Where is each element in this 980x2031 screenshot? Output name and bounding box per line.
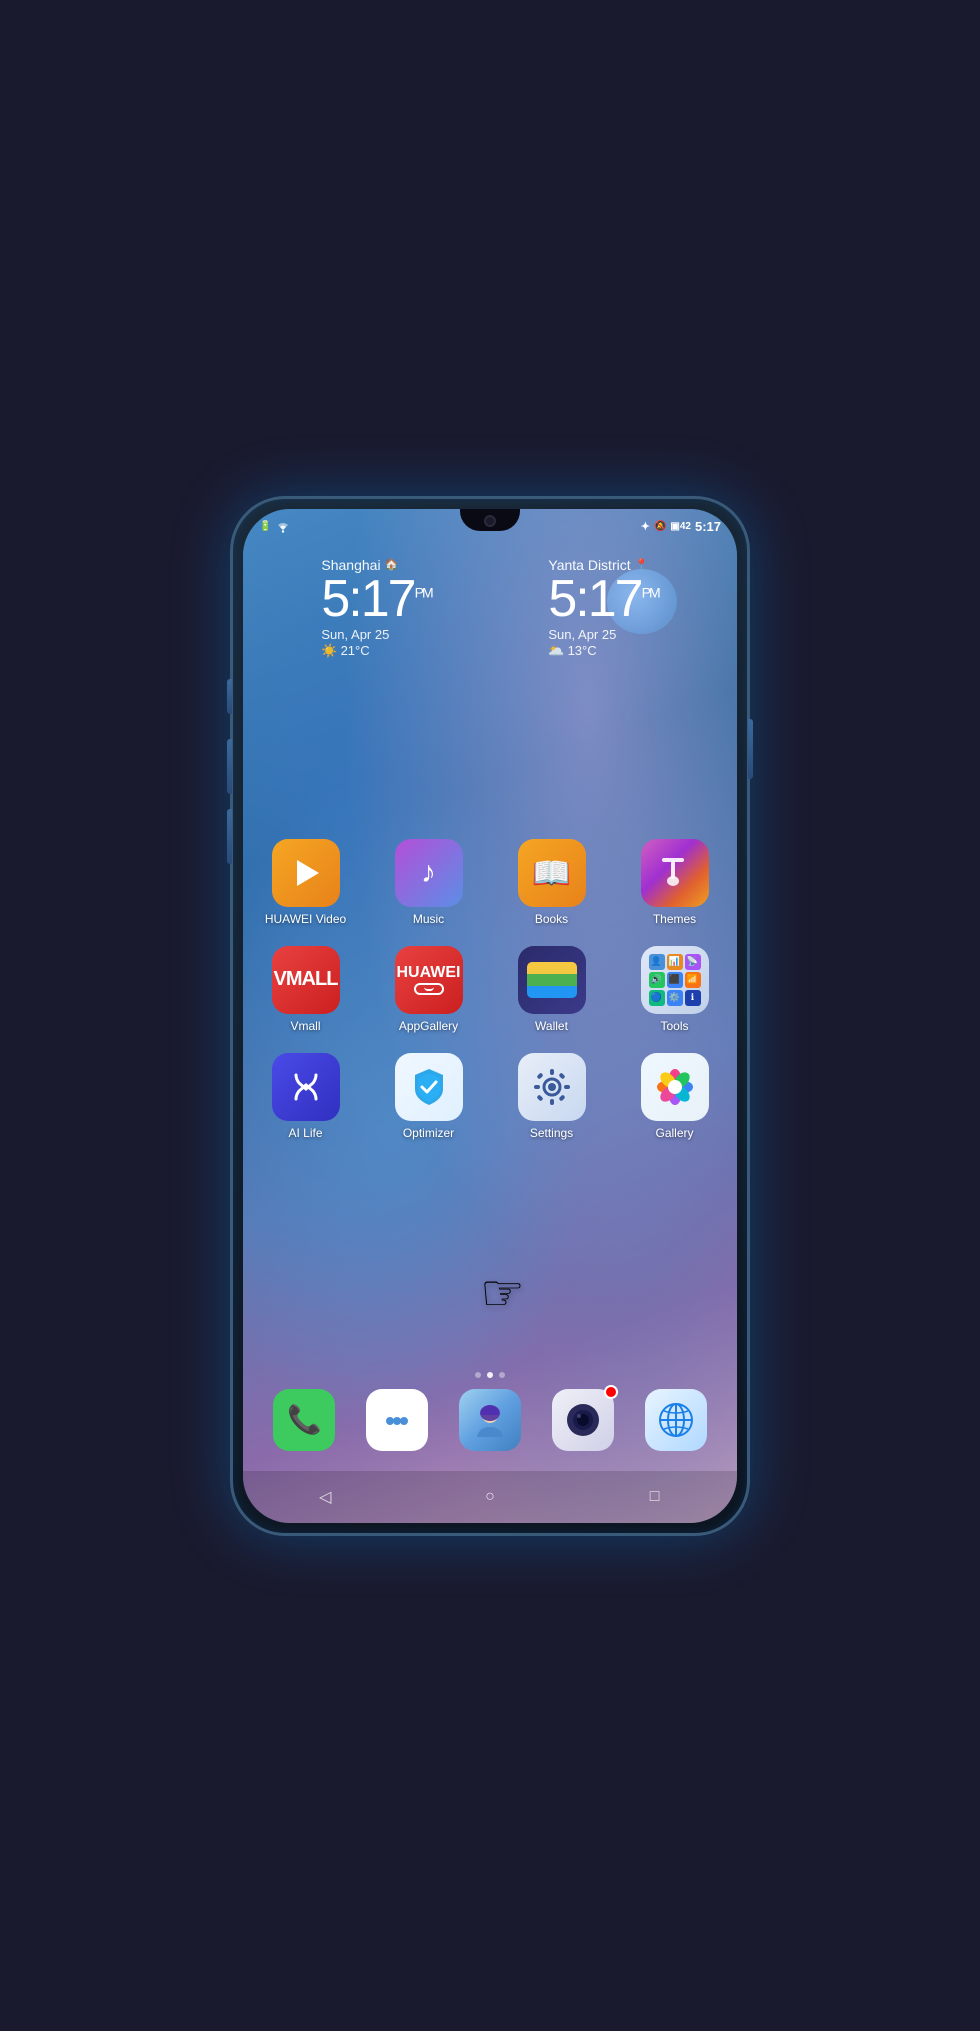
themes-brush-icon [656, 854, 694, 892]
optimizer-label: Optimizer [403, 1126, 454, 1140]
nav-bar: ◁ ○ □ [243, 1471, 737, 1523]
books-label: Books [535, 912, 568, 926]
support-icon [459, 1389, 521, 1451]
phone-screen: 🔋 ✦ 🔕 ▣42 5:17 Shanghai 🏠 [243, 509, 737, 1523]
status-left-icons: 🔋 [259, 521, 291, 533]
browser-icon [645, 1389, 707, 1451]
dock-camera[interactable] [552, 1389, 614, 1451]
gallery-label: Gallery [655, 1126, 693, 1140]
sim-tray [227, 679, 232, 714]
nav-home[interactable]: ○ [475, 1482, 505, 1512]
themes-label: Themes [653, 912, 696, 926]
status-right-icons: ✦ 🔕 ▣42 5:17 [641, 519, 721, 534]
app-row-1: HUAWEI Video ♪ Music 📖 Books [263, 839, 717, 926]
app-gallery[interactable]: Gallery [632, 1053, 717, 1140]
tools-icon: 👤 📊 📡 🔊 ⬛ 📶 🔵 ⚙️ ℹ [641, 946, 709, 1014]
nav-recent[interactable]: □ [640, 1482, 670, 1512]
app-themes[interactable]: Themes [632, 839, 717, 926]
wallet-label: Wallet [535, 1019, 568, 1033]
settings-gear [530, 1065, 574, 1109]
status-bar: 🔋 ✦ 🔕 ▣42 5:17 [243, 513, 737, 541]
gallery-icon [641, 1053, 709, 1121]
app-dock: 📞 [258, 1375, 722, 1465]
ailife-icon [272, 1053, 340, 1121]
mute-icon: 🔕 [654, 521, 666, 532]
tools-label: Tools [660, 1019, 688, 1033]
browser-globe [655, 1399, 697, 1441]
home-icon: 🏠 [385, 558, 399, 571]
settings-label: Settings [530, 1126, 573, 1140]
optimizer-icon [395, 1053, 463, 1121]
phone-icon: 📞 [273, 1389, 335, 1451]
ailife-label: AI Life [288, 1126, 322, 1140]
app-settings[interactable]: Settings [509, 1053, 594, 1140]
app-row-3: AI Life Optimizer [263, 1053, 717, 1140]
app-vmall[interactable]: VMALL Vmall [263, 946, 348, 1033]
vmall-label: Vmall [290, 1019, 320, 1033]
app-tools[interactable]: 👤 📊 📡 🔊 ⬛ 📶 🔵 ⚙️ ℹ Tools [632, 946, 717, 1033]
volume-up-button[interactable] [227, 739, 232, 794]
time-display: 5:17 [695, 519, 721, 534]
sim-icon: 🔋 [259, 521, 271, 532]
dock-support[interactable] [459, 1389, 521, 1451]
power-button[interactable] [748, 719, 753, 779]
messages-icon [366, 1389, 428, 1451]
dock-phone[interactable]: 📞 [273, 1389, 335, 1451]
city-left: Shanghai 🏠 [321, 557, 431, 573]
app-music[interactable]: ♪ Music [386, 839, 471, 926]
books-icon: 📖 [518, 839, 586, 907]
messages-bubble-icon [378, 1401, 416, 1439]
app-optimizer[interactable]: Optimizer [386, 1053, 471, 1140]
weather-left: ☀️ 21°C [321, 643, 431, 659]
weather-icon-right: 🌥️ [548, 643, 564, 659]
clock-left: Shanghai 🏠 5:17PM Sun, Apr 25 ☀️ 21°C [321, 557, 431, 659]
vmall-icon: VMALL [272, 946, 340, 1014]
app-grid: HUAWEI Video ♪ Music 📖 Books [243, 839, 737, 1160]
settings-icon [518, 1053, 586, 1121]
time-left: 5:17PM [321, 573, 431, 625]
camera-badge [604, 1385, 618, 1399]
weather-right: 🌥️ 13°C [548, 643, 658, 659]
app-huawei-video[interactable]: HUAWEI Video [263, 839, 348, 926]
gallery-flower [653, 1065, 697, 1109]
app-row-2: VMALL Vmall HUAWEI AppGallery [263, 946, 717, 1033]
city-right: Yanta District 📍 [548, 557, 658, 573]
app-books[interactable]: 📖 Books [509, 839, 594, 926]
support-avatar [469, 1399, 511, 1441]
clock-section: Shanghai 🏠 5:17PM Sun, Apr 25 ☀️ 21°C Ya… [243, 557, 737, 659]
appgallery-label: AppGallery [399, 1019, 458, 1033]
music-icon: ♪ [395, 839, 463, 907]
bluetooth-icon: ✦ [641, 520, 650, 533]
ailife-symbol [286, 1067, 326, 1107]
date-left: Sun, Apr 25 [321, 627, 431, 642]
battery-icon: ▣42 [670, 521, 691, 532]
date-right: Sun, Apr 25 [548, 627, 658, 642]
app-wallet[interactable]: Wallet [509, 946, 594, 1033]
music-label: Music [413, 912, 444, 926]
optimizer-shield [407, 1065, 451, 1109]
themes-icon [641, 839, 709, 907]
phone-frame: 🔋 ✦ 🔕 ▣42 5:17 Shanghai 🏠 [230, 496, 750, 1536]
camera-icon [552, 1389, 614, 1451]
location-icon: 📍 [635, 558, 649, 571]
dock-browser[interactable] [645, 1389, 707, 1451]
time-right: 5:17PM [548, 573, 658, 625]
huawei-video-icon [272, 839, 340, 907]
cursor-hand: ☞ [480, 1268, 530, 1328]
nav-back[interactable]: ◁ [310, 1482, 340, 1512]
dock-messages[interactable] [366, 1389, 428, 1451]
appgallery-icon: HUAWEI [395, 946, 463, 1014]
wallet-icon [518, 946, 586, 1014]
volume-down-button[interactable] [227, 809, 232, 864]
huawei-video-label: HUAWEI Video [265, 912, 346, 926]
app-ailife[interactable]: AI Life [263, 1053, 348, 1140]
wifi-icon [275, 521, 291, 533]
camera-symbol [562, 1399, 604, 1441]
app-appgallery[interactable]: HUAWEI AppGallery [386, 946, 471, 1033]
clock-right: Yanta District 📍 5:17PM Sun, Apr 25 🌥️ 1… [548, 557, 658, 659]
weather-icon-left: ☀️ [321, 643, 337, 659]
